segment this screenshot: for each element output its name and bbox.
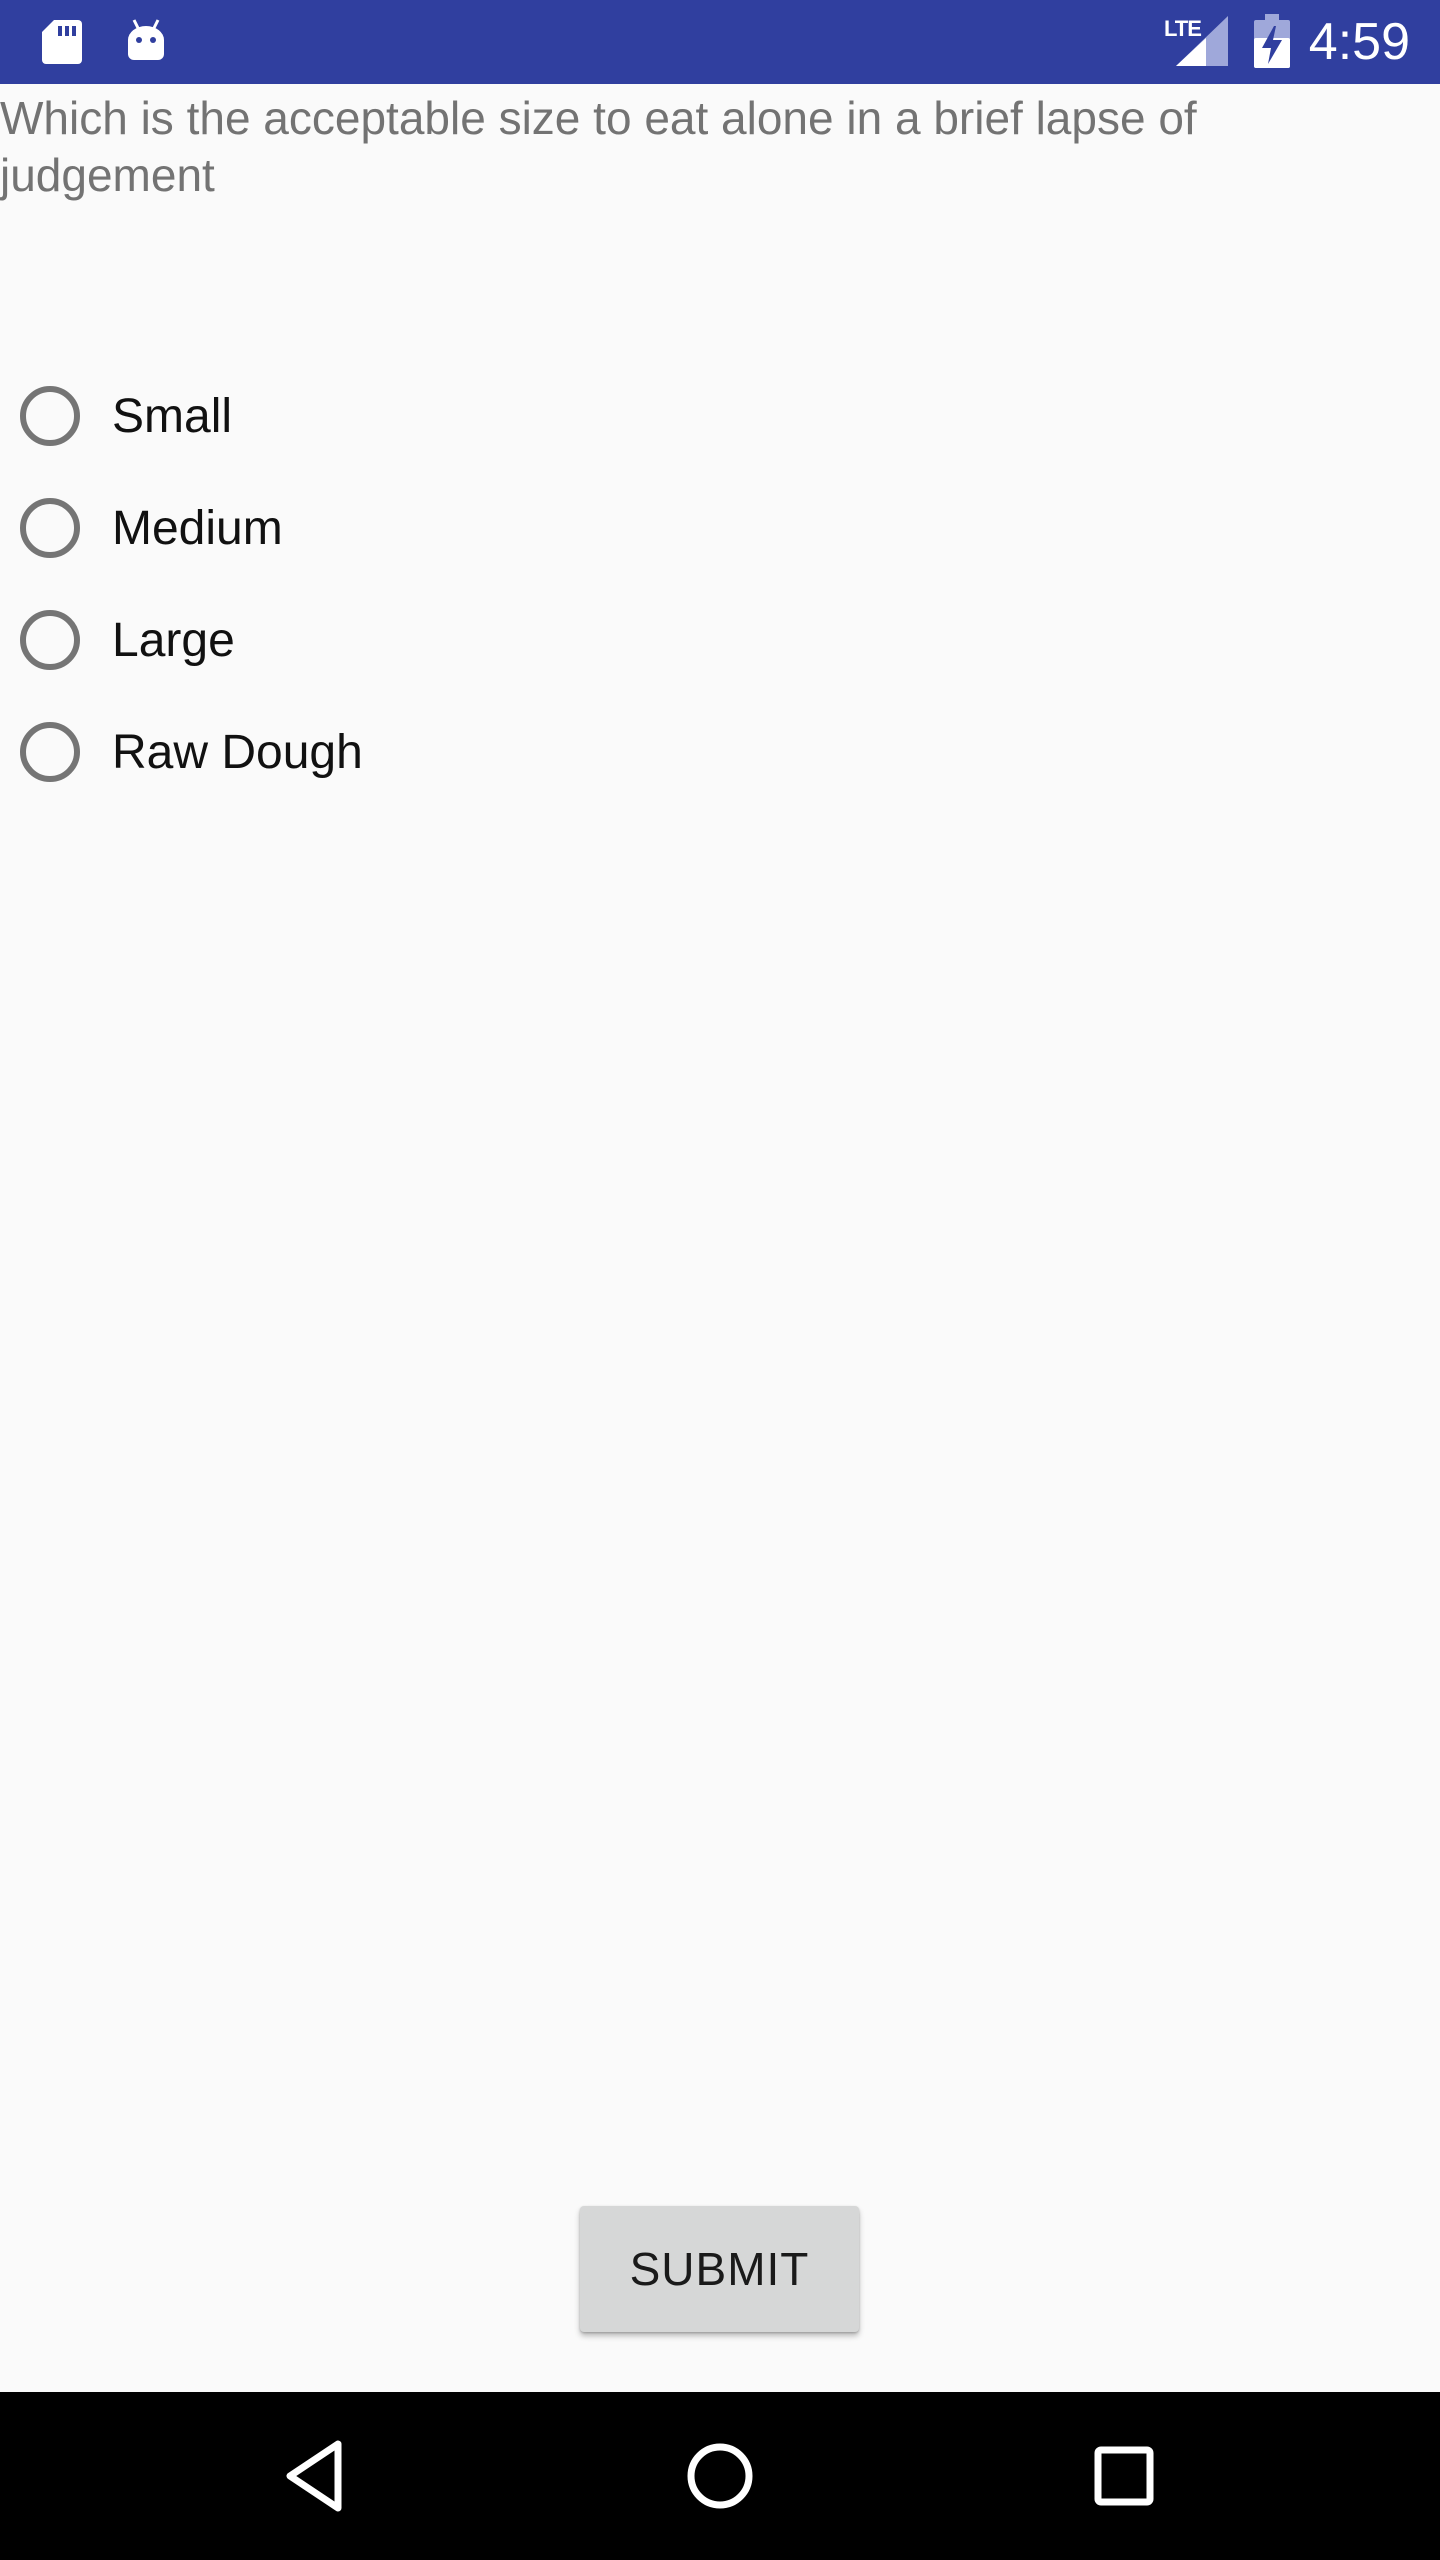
radio-option-small[interactable]: Small [0,360,1440,472]
radio-label: Medium [112,501,283,555]
status-bar: LTE 4:59 [0,0,1440,84]
battery-charging-icon [1254,14,1290,68]
radio-option-medium[interactable]: Medium [0,472,1440,584]
question-text: Which is the acceptable size to eat alon… [0,92,1197,201]
home-icon[interactable] [680,2436,760,2516]
radio-option-large[interactable]: Large [0,584,1440,696]
navigation-bar [0,2392,1440,2560]
radio-label: Large [112,613,235,667]
android-debug-icon [128,19,164,60]
signal-icon [1176,16,1228,66]
status-clock: 4:59 [1308,13,1410,71]
radio-label: Small [112,389,233,443]
submit-button[interactable]: SUBMIT [580,2206,859,2332]
radio-button-icon[interactable] [20,722,80,782]
sd-card-icon [42,20,82,64]
answer-radio-group: Small Medium Large Raw Dough [0,360,1440,808]
radio-button-icon[interactable] [20,610,80,670]
radio-option-raw-dough[interactable]: Raw Dough [0,696,1440,808]
radio-button-icon[interactable] [20,386,80,446]
back-icon[interactable] [276,2436,356,2516]
app-screen: LTE 4:59 Which is the acceptable size to… [0,0,1440,2560]
recent-apps-icon[interactable] [1084,2436,1164,2516]
radio-label: Raw Dough [112,725,363,779]
radio-button-icon[interactable] [20,498,80,558]
